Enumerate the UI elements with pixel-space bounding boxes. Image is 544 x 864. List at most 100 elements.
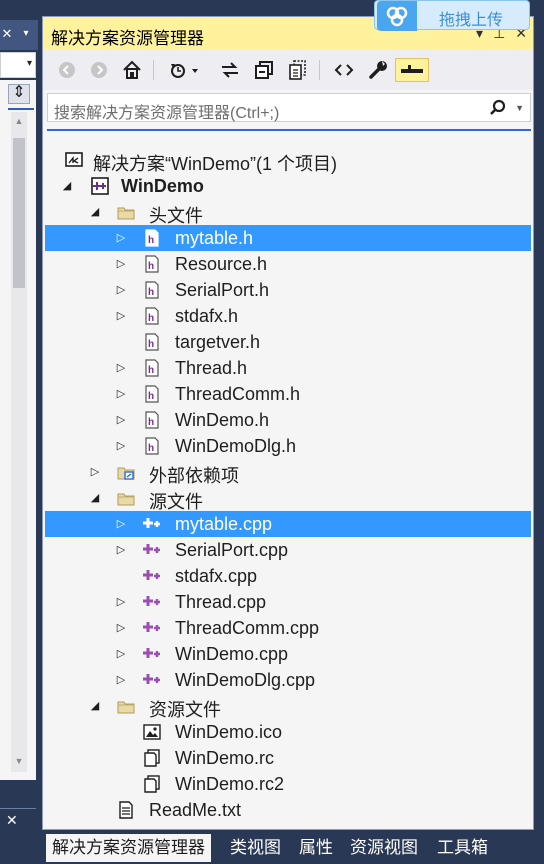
tree-item[interactable]: ReadMe.txt [45,797,531,823]
tree-item-label: ThreadComm.h [175,384,301,404]
show-all-files-icon[interactable] [285,58,311,82]
svg-text:h: h [148,313,154,324]
resource-file-icon [143,775,161,793]
collapse-arrow-icon[interactable]: ◢ [89,485,101,511]
tab-class-view[interactable]: 类视图 [224,834,287,862]
tree-item[interactable]: ◢ WinDemo [45,173,531,199]
left-combo-box[interactable]: ▾ [0,52,36,78]
tree-item[interactable]: stdafx.cpp [45,563,531,589]
tree-item-label: ReadMe.txt [149,800,242,820]
scroll-up-icon[interactable]: ▲ [11,114,27,128]
split-icon[interactable]: ⇕ [8,84,30,104]
forward-icon[interactable] [87,58,111,82]
svg-text:h: h [148,287,154,298]
preview-toggle-icon[interactable] [395,58,429,82]
search-placeholder: 搜索解决方案资源管理器(Ctrl+;) [54,105,280,122]
expand-arrow-icon[interactable]: ▷ [115,251,127,277]
tree-item[interactable]: WinDemo.rc2 [45,771,531,797]
expand-arrow-icon[interactable]: ▷ [115,381,127,407]
tab-solution-explorer[interactable]: 解决方案资源管理器 [46,834,211,862]
tree-item[interactable]: ▷ WinDemo.cpp [45,641,531,667]
tree-item[interactable]: ▷ Thread.cpp [45,589,531,615]
svg-text:h: h [148,365,154,376]
tree-item[interactable]: ▷ mytable.cpp [45,511,531,537]
expand-arrow-icon[interactable]: ▷ [115,433,127,459]
tree-item[interactable]: WinDemo.ico [45,719,531,745]
search-options-icon[interactable]: ▼ [515,103,524,113]
tree-item[interactable]: 解决方案“WinDemo”(1 个项目) [45,147,531,174]
toolbar-separator [153,60,154,80]
tree-item[interactable]: ▷ SerialPort.cpp [45,537,531,563]
history-icon[interactable] [165,58,205,82]
tree-item-label: WinDemo.rc [175,748,275,768]
expand-arrow-icon[interactable]: ▷ [115,641,127,667]
tree-item-label: ThreadComm.cpp [175,618,320,638]
tree-item-label: mytable.h [175,228,254,248]
tree-item[interactable]: h targetver.h [45,329,531,355]
tree-item[interactable]: ◢ 源文件 [45,485,531,512]
tree-item[interactable]: ▷ h ThreadComm.h [45,381,531,407]
explorer-title: 解决方案资源管理器 [51,29,204,48]
header-file-icon: h [143,385,161,403]
left-scrollbar[interactable]: ▲ ▼ [11,112,27,772]
left-close-icon[interactable]: ✕ [0,23,14,45]
tree-item[interactable]: WinDemo.rc [45,745,531,771]
tree-item[interactable]: ▷ h mytable.h [45,225,531,251]
collapse-arrow-icon[interactable]: ◢ [89,693,101,719]
scroll-thumb[interactable] [13,138,25,288]
solution-explorer: 解决方案资源管理器 ▾ ⊥ ✕ 搜索解决方案资源管理器(Ctrl+;) ▼ 解决… [42,16,534,830]
properties-wrench-icon[interactable] [365,58,391,82]
expand-arrow-icon[interactable]: ▷ [115,355,127,381]
expand-arrow-icon[interactable]: ▷ [115,225,127,251]
collapse-arrow-icon[interactable]: ◢ [61,173,73,199]
tab-resource-view[interactable]: 资源视图 [344,834,424,862]
left-divider [8,108,34,110]
tree-item[interactable]: ▷ h SerialPort.h [45,277,531,303]
expand-arrow-icon[interactable]: ▷ [89,459,101,485]
tree-item[interactable]: ◢ 资源文件 [45,693,531,720]
tree-item[interactable]: ▷ h Resource.h [45,251,531,277]
explorer-toolbar [43,50,533,90]
text-file-icon [117,801,135,819]
code-view-icon[interactable] [331,58,357,82]
tree-item-label: WinDemo.rc2 [175,774,285,794]
expand-arrow-icon[interactable]: ▷ [115,303,127,329]
expand-arrow-icon[interactable]: ▷ [115,277,127,303]
tree-item[interactable]: ▷ WinDemoDlg.cpp [45,667,531,693]
tree-item[interactable]: ▷ h Thread.h [45,355,531,381]
tree-item-label: Thread.cpp [175,592,267,612]
expand-arrow-icon[interactable]: ▷ [115,615,127,641]
tree-item[interactable]: ▷ h WinDemo.h [45,407,531,433]
header-file-icon: h [143,307,161,325]
search-icon[interactable] [488,98,508,118]
collapse-arrow-icon[interactable]: ◢ [89,199,101,225]
expand-arrow-icon[interactable]: ▷ [115,589,127,615]
drag-upload-button[interactable]: 拖拽上传 [374,0,530,31]
expand-arrow-icon[interactable]: ▷ [115,407,127,433]
tree-item[interactable]: ▷ h WinDemoDlg.h [45,433,531,459]
back-icon[interactable] [55,58,79,82]
tab-properties[interactable]: 属性 [293,834,339,862]
tab-toolbox[interactable]: 工具箱 [431,834,494,862]
tree-item-label: WinDemo.h [175,410,270,430]
expand-arrow-icon[interactable]: ▷ [115,667,127,693]
cpp-file-icon [143,619,161,637]
svg-text:h: h [148,235,154,246]
home-icon[interactable] [119,58,145,82]
collapse-all-icon[interactable] [251,58,277,82]
expand-arrow-icon[interactable]: ▷ [115,511,127,537]
tree-item[interactable]: ▷ ThreadComm.cpp [45,615,531,641]
sync-icon[interactable] [217,58,243,82]
tree-item-label: targetver.h [175,332,261,352]
expand-arrow-icon[interactable]: ▷ [115,537,127,563]
tree-item[interactable]: ▷ h stdafx.h [45,303,531,329]
tree-item-label: SerialPort.h [175,280,270,300]
cloud-icon [377,1,417,31]
left-dropdown-icon[interactable]: ▾ [16,23,36,45]
tree-item[interactable]: ▷ 外部依赖项 [45,459,531,486]
search-input[interactable]: 搜索解决方案资源管理器(Ctrl+;) ▼ [47,93,531,122]
tree-item[interactable]: ◢ 头文件 [45,199,531,226]
left-bottom-close-icon[interactable]: ✕ [6,812,18,829]
scroll-down-icon[interactable]: ▼ [11,754,27,768]
image-file-icon [143,723,161,741]
